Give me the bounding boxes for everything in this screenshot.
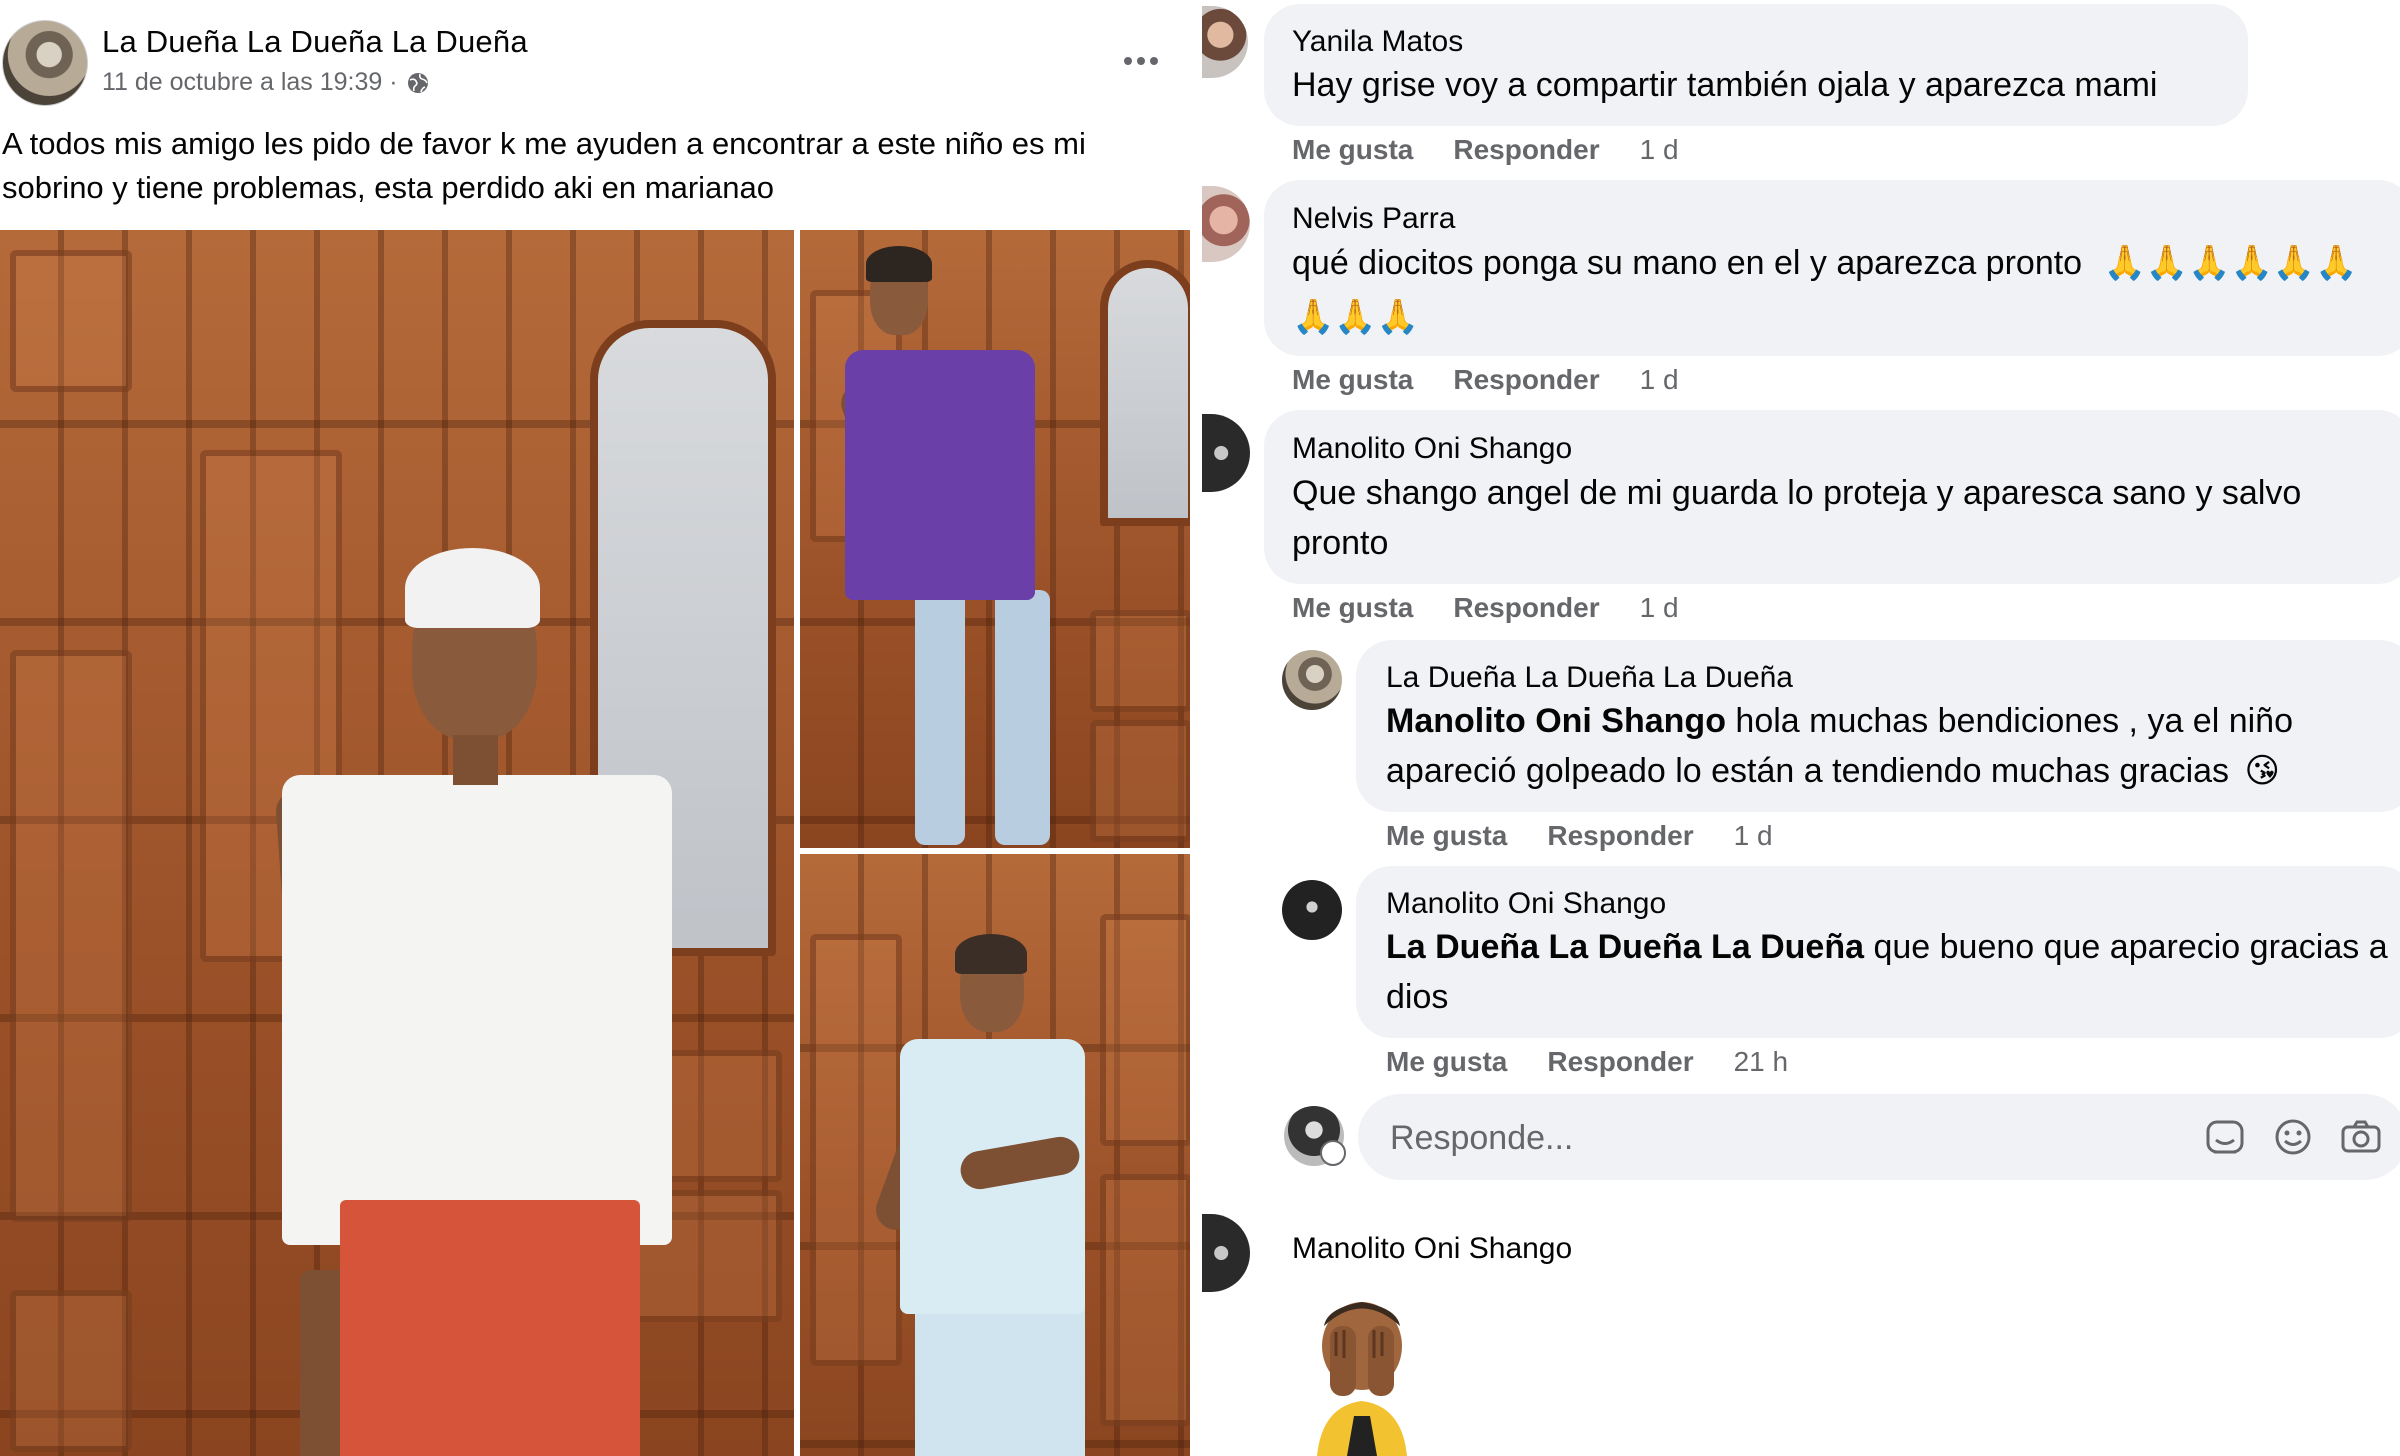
praying-hands-emoji: 🙏🙏🙏🙏🙏🙏 [2103,244,2358,282]
comment-text-3-line-2: pronto [1292,524,1389,562]
more-options-icon[interactable] [1118,38,1164,84]
reply-text-2-body: que bueno que aparecio gracias a [1864,928,2388,966]
like-button[interactable]: Me gusta [1386,1046,1507,1078]
comment-actions-3: Me gusta Responder 1 d [1292,592,1679,624]
mention-link[interactable]: La Dueña La Dueña La Dueña [1386,928,1864,966]
post-timestamp[interactable]: 11 de octubre a las 19:39 · [102,68,398,97]
globe-icon [407,72,428,93]
comment-text-2: qué diocitos ponga su mano en el y apare… [1292,238,2358,288]
like-button[interactable]: Me gusta [1292,134,1413,166]
comment-avatar-yanila[interactable] [1202,6,1248,78]
comment-author-2[interactable]: Nelvis Parra [1292,202,1455,236]
reply-text-1-body-2: apareció golpeado lo están a tendiendo m… [1386,752,2230,790]
comment-text-2-line-1: qué diocitos ponga su mano en el y apare… [1292,244,2083,282]
post-photo-1[interactable] [0,230,794,1456]
reply-actions-1: Me gusta Responder 1 d [1386,820,1773,852]
comment-author-1[interactable]: Yanila Matos [1292,25,1463,59]
comments-section: Yanila Matos Hay grise voy a compartir t… [1202,0,2400,1456]
comment-time[interactable]: 1 d [1640,364,1679,396]
post: La Dueña La Dueña La Dueña 11 de octubre… [0,0,1190,1456]
post-author-name[interactable]: La Dueña La Dueña La Dueña [102,24,528,60]
comment-avatar-manolito[interactable] [1202,414,1250,492]
reply-box [1358,1094,2400,1180]
reply-text-2-line-1: La Dueña La Dueña La Dueña que bueno que… [1386,922,2388,972]
emoji-icon[interactable] [2270,1114,2316,1160]
covering-eyes-sticker [1317,1302,1407,1456]
divider [1190,0,1202,1456]
author-avatar[interactable] [2,20,88,106]
comment-avatar-manolito-2[interactable] [1202,1214,1250,1292]
chevron-down-icon[interactable] [1320,1140,1346,1166]
comment-author-3[interactable]: Manolito Oni Shango [1292,432,1572,466]
reply-button[interactable]: Responder [1547,820,1693,852]
post-photo-2[interactable] [800,230,1190,848]
comment-actions-2: Me gusta Responder 1 d [1292,364,1679,396]
post-meta: 11 de octubre a las 19:39 · [102,68,430,97]
comment-text-3-line-1: Que shango angel de mi guarda lo proteja… [1292,474,2302,512]
comment-time[interactable]: 1 d [1640,592,1679,624]
post-text-line-1: A todos mis amigo les pido de favor k me… [2,126,1086,161]
reply-button[interactable]: Responder [1453,134,1599,166]
reply-button[interactable]: Responder [1453,592,1599,624]
like-button[interactable]: Me gusta [1292,592,1413,624]
comment-time[interactable]: 1 d [1734,820,1773,852]
reply-avatar-manolito[interactable] [1282,880,1342,940]
sticker-icon[interactable] [2202,1114,2248,1160]
reply-text-1-body: hola muchas bendiciones , ya el niño [1725,702,2293,740]
reply-text-2-line-2: dios [1386,978,1449,1016]
comment-text-2-line-2: 🙏🙏🙏 [1292,298,1420,336]
reply-text-1-line-1: Manolito Oni Shango hola muchas bendicio… [1386,696,2293,746]
reply-button[interactable]: Responder [1453,364,1599,396]
reply-author-1[interactable]: La Dueña La Dueña La Dueña [1386,661,1793,695]
comment-text-1: Hay grise voy a compartir también ojala … [1292,66,2158,104]
reply-input[interactable] [1388,1112,2092,1164]
comment-avatar-nelvis[interactable] [1202,186,1250,262]
post-text: A todos mis amigo les pido de favor k me… [2,122,1162,210]
post-text-line-2: sobrino y tiene problemas, esta perdido … [2,170,775,205]
reply-button[interactable]: Responder [1547,1046,1693,1078]
post-photo-3[interactable] [800,854,1190,1456]
camera-icon[interactable] [2338,1114,2384,1160]
reply-actions-2: Me gusta Responder 21 h [1386,1046,1788,1078]
like-button[interactable]: Me gusta [1292,364,1413,396]
kiss-emoji: 😘 [2244,752,2280,790]
reply-author-2[interactable]: Manolito Oni Shango [1386,887,1666,921]
comment-time[interactable]: 1 d [1640,134,1679,166]
comment-author-4[interactable]: Manolito Oni Shango [1292,1232,1572,1266]
reply-text-1-line-2: apareció golpeado lo están a tendiendo m… [1386,746,2280,796]
like-button[interactable]: Me gusta [1386,820,1507,852]
comment-time[interactable]: 21 h [1734,1046,1789,1078]
reply-avatar-la-duena[interactable] [1282,650,1342,710]
mention-link[interactable]: Manolito Oni Shango [1386,702,1726,740]
comment-actions-1: Me gusta Responder 1 d [1292,134,1679,166]
